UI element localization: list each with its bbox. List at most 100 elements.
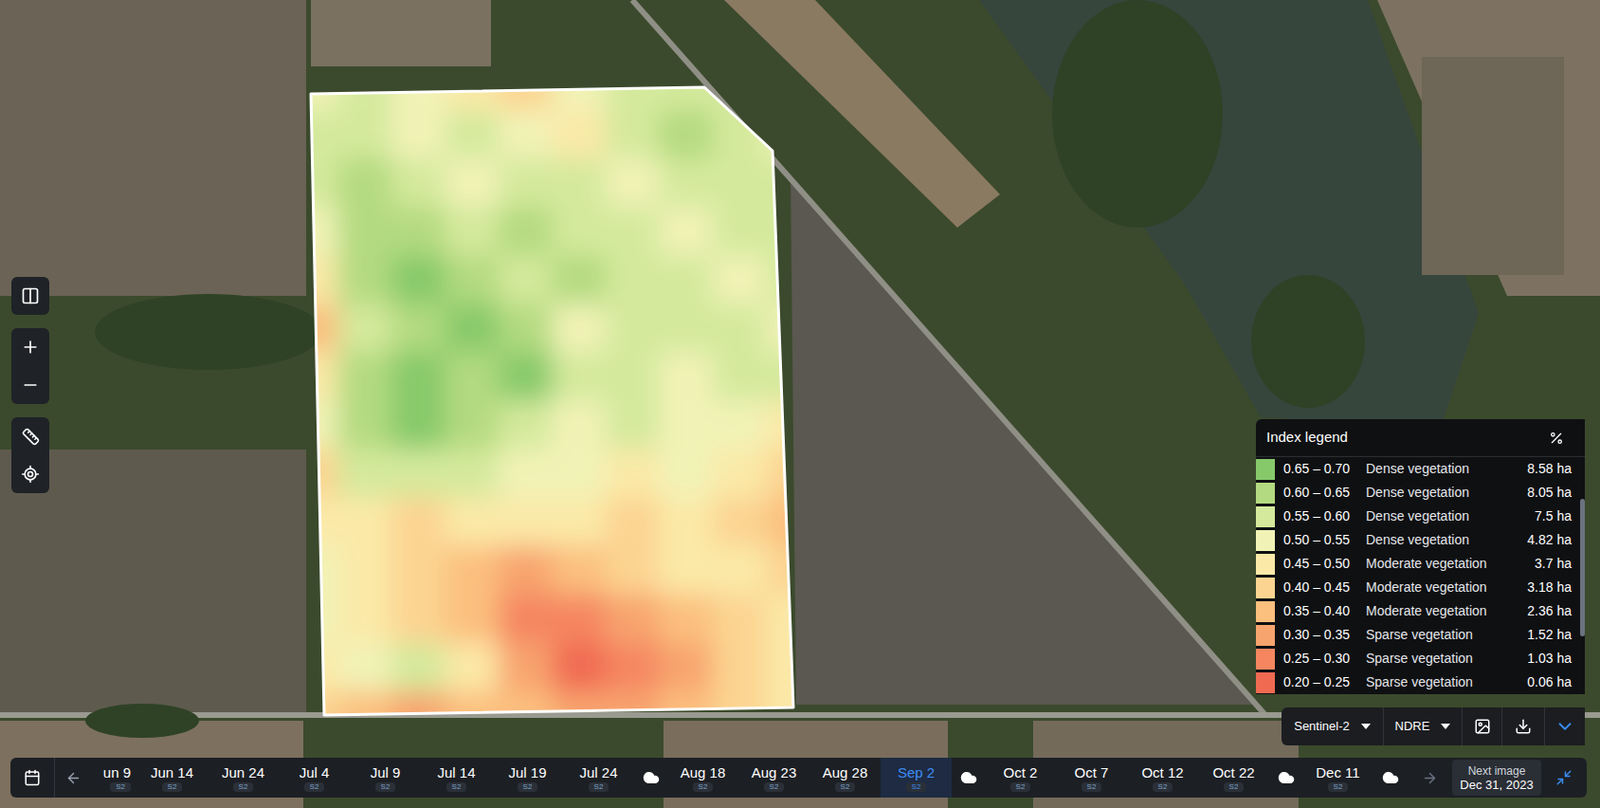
timeline-date[interactable]: Oct 12S2 <box>1127 757 1199 798</box>
chevron-down-icon <box>1554 715 1576 737</box>
ruler-icon <box>21 427 40 446</box>
fullscreen-button[interactable] <box>1541 757 1587 798</box>
index-cell <box>659 303 715 353</box>
timeline-date[interactable]: Aug 18S2 <box>667 757 739 798</box>
timeline-date[interactable]: Oct 2S2 <box>984 757 1056 798</box>
source-badge: S2 <box>1223 781 1245 792</box>
timeline-date[interactable]: Jun 24S2 <box>207 757 279 798</box>
legend-row: 0.40 – 0.45Moderate vegetation3.18 ha <box>1255 575 1572 600</box>
next-button[interactable] <box>1406 757 1453 798</box>
timeline-date[interactable]: Dec 11S2 <box>1302 757 1374 798</box>
index-select[interactable]: NDRE <box>1383 707 1463 746</box>
field-boundary <box>310 87 794 715</box>
zoom-in-button[interactable] <box>11 327 50 366</box>
source-badge: S2 <box>692 781 714 792</box>
locate-button[interactable] <box>11 454 50 493</box>
scrollbar-thumb[interactable] <box>1580 498 1585 637</box>
index-cell <box>659 594 715 644</box>
index-cell <box>445 594 501 644</box>
index-cell <box>445 109 501 160</box>
timeline-date[interactable]: Jul 4S2 <box>278 757 350 798</box>
legend-label: Dense vegetation <box>1365 482 1528 503</box>
index-cell <box>552 545 608 596</box>
legend-row: 0.45 – 0.50Moderate vegetation3.7 ha <box>1255 551 1572 576</box>
source-badge: S2 <box>233 781 255 792</box>
index-cell <box>338 400 394 451</box>
legend-label: Moderate vegetation <box>1365 577 1528 598</box>
index-cell <box>391 642 447 692</box>
date-label: Jul 9 <box>370 763 401 781</box>
index-cell <box>552 351 608 401</box>
source-badge: S2 <box>906 781 928 792</box>
compare-button[interactable] <box>11 276 50 315</box>
index-cell <box>498 303 554 353</box>
index-cell <box>712 690 768 741</box>
index-cell <box>605 642 661 692</box>
source-badge: S2 <box>1081 781 1103 792</box>
timeline-date[interactable]: Jul 14S2 <box>420 757 492 798</box>
percent-toggle-icon[interactable] <box>1548 430 1564 446</box>
legend-row: 0.30 – 0.35Sparse vegetation1.52 ha <box>1255 622 1572 647</box>
zoom-out-button[interactable] <box>11 365 50 404</box>
timeline-date[interactable]: Oct 22S2 <box>1198 757 1270 798</box>
calendar-button[interactable] <box>10 757 55 798</box>
date-label: Jul 14 <box>436 763 475 781</box>
source-badge: S2 <box>162 781 183 792</box>
index-cell <box>659 158 715 208</box>
image-compare-button[interactable] <box>1462 707 1503 746</box>
index-value: NDRE <box>1395 716 1431 736</box>
index-cell <box>391 594 447 644</box>
previous-button[interactable] <box>54 757 91 798</box>
index-cell <box>284 545 340 596</box>
index-cell <box>659 642 715 692</box>
calendar-icon <box>23 768 41 786</box>
index-cell <box>445 642 501 692</box>
timeline-date[interactable]: un 9S2 <box>90 757 137 798</box>
legend-area: 1.52 ha <box>1527 624 1572 645</box>
cloudy-date[interactable] <box>1373 757 1407 798</box>
source-badge: S2 <box>517 781 539 792</box>
legend-label: Sparse vegetation <box>1365 624 1528 645</box>
legend-swatch <box>1255 624 1275 646</box>
index-cell <box>284 254 340 305</box>
timeline-date[interactable]: Jun 14S2 <box>136 757 208 798</box>
next-image[interactable]: Next imageDec 31, 2023 <box>1452 759 1542 796</box>
index-cell <box>552 254 608 305</box>
satellite-select[interactable]: Sentinel-2 <box>1281 707 1384 746</box>
index-cell <box>605 61 661 111</box>
cloudy-date[interactable] <box>634 757 668 798</box>
index-cell <box>338 303 394 353</box>
index-cell <box>391 109 447 160</box>
source-badge: S2 <box>763 781 785 792</box>
timeline-date[interactable]: Jul 9S2 <box>349 757 421 798</box>
timeline-date[interactable]: Jul 19S2 <box>491 757 564 798</box>
image-icon <box>1473 717 1491 735</box>
timeline-date[interactable]: Sep 2S2 <box>880 757 952 798</box>
index-cell <box>284 449 340 499</box>
layer-controls: Sentinel-2 NDRE <box>1281 707 1585 746</box>
source-badge: S2 <box>1152 781 1174 792</box>
timeline-date[interactable]: Aug 28S2 <box>809 757 881 798</box>
index-cell <box>338 254 394 305</box>
timeline-date[interactable]: Aug 23S2 <box>738 757 810 798</box>
download-button[interactable] <box>1502 707 1546 746</box>
date-label: Jul 4 <box>299 763 330 781</box>
index-cell <box>391 61 447 111</box>
index-cell <box>552 594 608 644</box>
index-cell <box>391 254 447 305</box>
legend-scrollbar[interactable] <box>1580 460 1585 691</box>
legend-row: 0.55 – 0.60Dense vegetation7.5 ha <box>1255 504 1572 528</box>
timeline-date[interactable]: Jul 24S2 <box>563 757 635 798</box>
legend-range: 0.35 – 0.40 <box>1274 600 1366 621</box>
timeline-date[interactable]: Oct 7S2 <box>1055 757 1128 798</box>
cloudy-date[interactable] <box>951 757 985 798</box>
collapse-button[interactable] <box>1545 707 1585 746</box>
caret-down-icon <box>1440 723 1451 729</box>
index-cell <box>284 400 340 451</box>
measure-button[interactable] <box>11 417 50 455</box>
legend-label: Moderate vegetation <box>1365 553 1535 574</box>
index-cell <box>284 351 340 401</box>
cloudy-date[interactable] <box>1269 757 1303 798</box>
shrink-icon <box>1555 768 1573 786</box>
index-cell <box>712 594 768 644</box>
